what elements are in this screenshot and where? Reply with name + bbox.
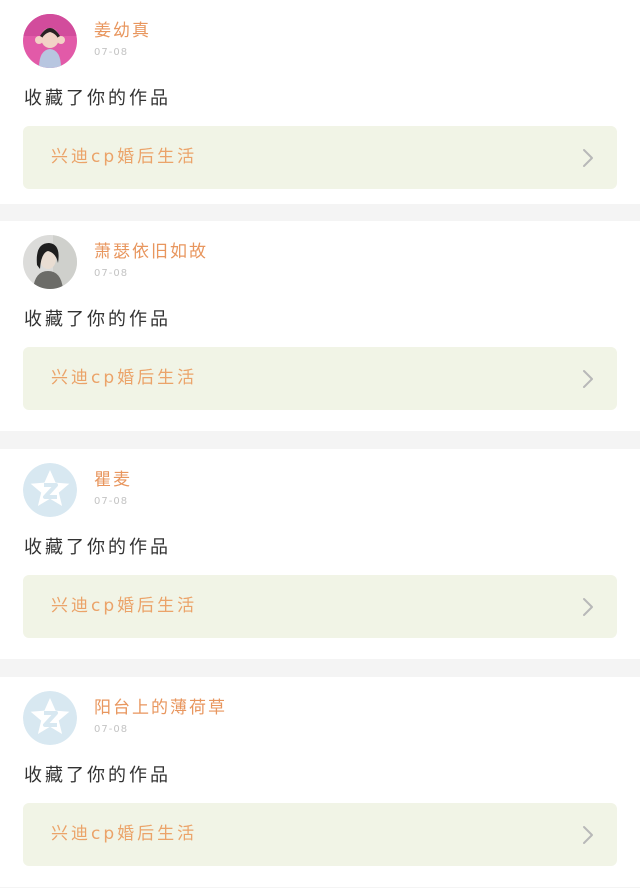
username[interactable]: 阳台上的薄荷草 (94, 697, 227, 719)
photo-avatar-pink-icon (23, 14, 77, 68)
timestamp: 07-08 (94, 268, 129, 279)
timestamp: 07-08 (94, 496, 129, 507)
user-avatar[interactable] (23, 463, 77, 517)
photo-avatar-grey-icon (23, 235, 77, 289)
username[interactable]: 瞿麦 (94, 469, 132, 491)
notification-card: 瞿麦 07-08 收藏了你的作品 兴迪cp婚后生活 (0, 449, 640, 659)
chevron-right-icon (583, 826, 593, 844)
default-star-avatar-icon (23, 463, 77, 517)
chevron-right-icon (583, 149, 593, 167)
work-title: 兴迪cp婚后生活 (51, 824, 198, 844)
action-text: 收藏了你的作品 (24, 765, 171, 786)
notification-card: 萧瑟依旧如故 07-08 收藏了你的作品 兴迪cp婚后生活 (0, 221, 640, 431)
chevron-right-icon (583, 598, 593, 616)
user-avatar[interactable] (23, 691, 77, 745)
work-title: 兴迪cp婚后生活 (51, 596, 198, 616)
work-link-card[interactable]: 兴迪cp婚后生活 (23, 347, 617, 410)
user-avatar[interactable] (23, 14, 77, 68)
work-link-card[interactable]: 兴迪cp婚后生活 (23, 803, 617, 866)
work-title: 兴迪cp婚后生活 (51, 147, 198, 167)
notification-card: 阳台上的薄荷草 07-08 收藏了你的作品 兴迪cp婚后生活 (0, 677, 640, 887)
username[interactable]: 萧瑟依旧如故 (94, 241, 208, 263)
timestamp: 07-08 (94, 724, 129, 735)
username[interactable]: 姜幼真 (94, 20, 151, 42)
action-text: 收藏了你的作品 (24, 537, 171, 558)
notification-card: 姜幼真 07-08 收藏了你的作品 兴迪cp婚后生活 (0, 0, 640, 204)
default-star-avatar-icon (23, 691, 77, 745)
work-title: 兴迪cp婚后生活 (51, 368, 198, 388)
user-avatar[interactable] (23, 235, 77, 289)
timestamp: 07-08 (94, 47, 129, 58)
notification-feed: 姜幼真 07-08 收藏了你的作品 兴迪cp婚后生活 萧瑟依旧如故 07-08 … (0, 0, 640, 888)
work-link-card[interactable]: 兴迪cp婚后生活 (23, 126, 617, 189)
work-link-card[interactable]: 兴迪cp婚后生活 (23, 575, 617, 638)
action-text: 收藏了你的作品 (24, 309, 171, 330)
action-text: 收藏了你的作品 (24, 88, 171, 109)
chevron-right-icon (583, 370, 593, 388)
